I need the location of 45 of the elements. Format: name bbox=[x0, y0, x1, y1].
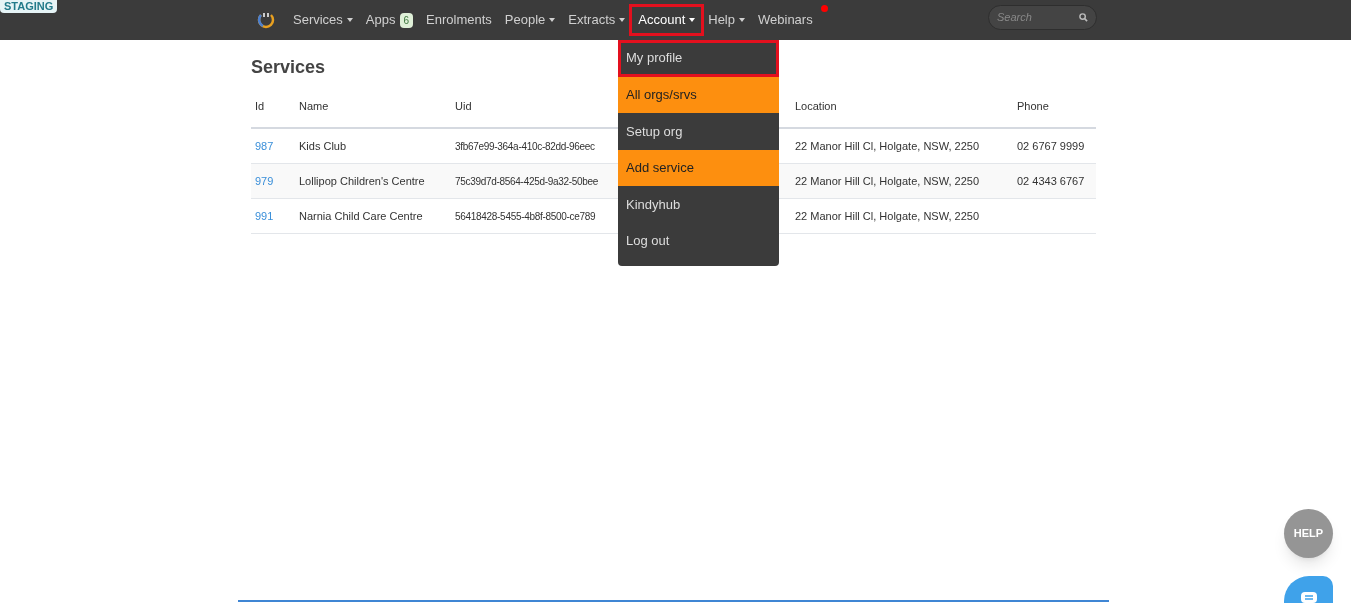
column-header: Phone bbox=[1017, 100, 1049, 112]
nav-link[interactable]: Services bbox=[287, 7, 359, 33]
nav-link[interactable]: Extracts bbox=[562, 7, 632, 33]
column-header: Id bbox=[255, 100, 265, 112]
nav-link[interactable]: People bbox=[498, 7, 562, 33]
menu-item[interactable]: All orgs/srvs bbox=[618, 76, 779, 113]
table-cell: 02 6767 9999 bbox=[1017, 139, 1085, 152]
table-cell: 75c39d7d-8564-425d-9a32-50bee bbox=[455, 175, 599, 187]
id-link[interactable]: 991 bbox=[255, 209, 274, 222]
nav-link[interactable]: Enrolments bbox=[420, 7, 498, 33]
search-field[interactable]: Search bbox=[997, 9, 1067, 26]
menu-item[interactable]: Setup org bbox=[618, 113, 779, 150]
caret-icon bbox=[346, 18, 353, 22]
count-badge: 6 bbox=[399, 12, 414, 28]
column-header: Uid bbox=[455, 100, 472, 112]
column-header: Name bbox=[299, 100, 329, 112]
logo-icon bbox=[257, 11, 275, 29]
search-icon bbox=[1079, 13, 1088, 22]
nav-link[interactable]: Account bbox=[632, 7, 702, 33]
chat-icon bbox=[1300, 592, 1317, 603]
caret-icon bbox=[689, 18, 696, 22]
nav-link[interactable]: Webinars bbox=[752, 7, 819, 33]
column-header: Location bbox=[795, 100, 837, 112]
nav-link[interactable]: Help bbox=[702, 7, 751, 33]
table-cell: 22 Manor Hill Cl, Holgate, NSW, 2250 bbox=[795, 139, 980, 152]
search-bar[interactable]: Search bbox=[988, 5, 1097, 30]
table-cell: 02 4343 6767 bbox=[1017, 174, 1085, 187]
table-cell: 22 Manor Hill Cl, Holgate, NSW, 2250 bbox=[795, 174, 980, 187]
page-title: Services bbox=[251, 56, 326, 79]
nav-link[interactable]: Apps 6 bbox=[359, 7, 420, 33]
caret-icon bbox=[549, 18, 556, 22]
table-cell: 56418428-5455-4b8f-8500-ce789 bbox=[455, 210, 596, 222]
table-cell: Kids Club bbox=[299, 139, 347, 152]
caret-icon bbox=[619, 18, 626, 22]
caret-icon bbox=[739, 18, 745, 22]
table-cell: 3fb67e99-364a-410c-82dd-96eec bbox=[455, 140, 595, 152]
menu-item[interactable]: My profile bbox=[618, 40, 779, 77]
menu-item[interactable]: Add service bbox=[618, 149, 779, 186]
menu-item[interactable]: Log out bbox=[618, 222, 779, 259]
table-cell: Narnia Child Care Centre bbox=[299, 209, 423, 222]
menu-item[interactable]: Kindyhub bbox=[618, 186, 779, 223]
table-cell: 22 Manor Hill Cl, Holgate, NSW, 2250 bbox=[795, 209, 980, 222]
environment-badge: STAGING bbox=[0, 0, 58, 13]
id-link[interactable]: 987 bbox=[255, 139, 274, 152]
table-cell: Lollipop Children's Centre bbox=[299, 174, 425, 187]
